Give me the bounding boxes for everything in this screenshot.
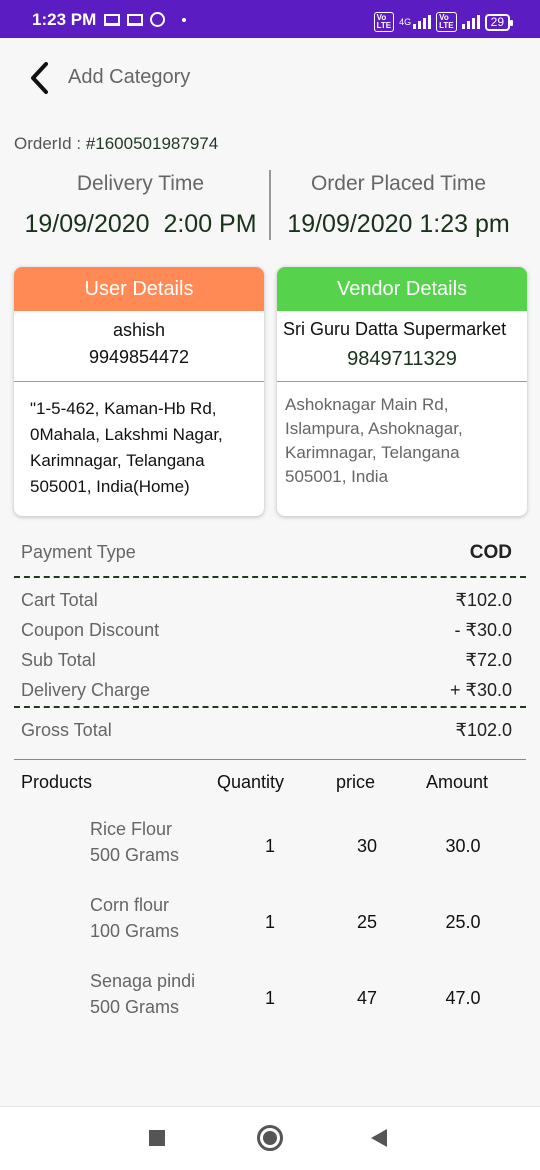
dashed-divider — [14, 706, 526, 708]
signal-icon — [413, 15, 432, 29]
vendor-details-header: Vendor Details — [277, 267, 527, 311]
cart-total-label: Cart Total — [21, 590, 98, 610]
order-id-label: OrderId : — [14, 134, 86, 153]
screen-icon — [104, 13, 120, 26]
order-placed-value: 19/09/2020 1:23 pm — [287, 210, 510, 238]
product-name: Senaga pindi — [90, 971, 196, 991]
product-name: Rice Flour — [90, 819, 173, 839]
product-unit: 500 Grams — [90, 997, 180, 1017]
chevron-left-icon — [31, 62, 48, 94]
product-name: Corn flour — [90, 895, 170, 915]
notification-icons — [104, 12, 186, 27]
delivery-time-value: 19/09/2020 2:00 PM — [24, 210, 257, 238]
payment-type-value: COD — [469, 542, 512, 563]
user-details-header: User Details — [14, 267, 264, 311]
sub-total-value: ₹72.0 — [465, 650, 513, 670]
volte-icon: Vo LTE — [373, 12, 395, 32]
products-header: Products — [21, 772, 93, 792]
product-quantity: 1 — [264, 988, 275, 1008]
coupon-discount-label: Coupon Discount — [21, 620, 160, 640]
user-address: "1-5-462, Kaman-Hb Rd, 0Mahala, Lakshmi … — [30, 399, 223, 496]
quantity-header: Quantity — [217, 772, 285, 792]
screen-icon — [127, 13, 143, 26]
amount-header: Amount — [426, 772, 489, 792]
order-id-value: #1600501987974 — [85, 134, 219, 153]
product-unit: 100 Grams — [90, 921, 180, 941]
sub-total-row: Sub Total ₹72.0 — [21, 650, 512, 674]
gross-total-row: Gross Total ₹102.0 — [21, 720, 512, 744]
divider — [14, 759, 526, 760]
cart-total-value: ₹102.0 — [455, 590, 513, 610]
dot-icon — [182, 17, 186, 22]
product-price: 47 — [356, 988, 378, 1008]
divider — [277, 381, 527, 382]
product-amount: 47.0 — [445, 988, 481, 1008]
product-price: 25 — [356, 912, 378, 932]
order-placed-label: Order Placed Time — [310, 172, 487, 195]
delivery-time-label: Delivery Time — [76, 172, 205, 195]
signal-icon — [461, 15, 480, 29]
divider — [14, 381, 264, 382]
system-icons: Vo LTE 4G Vo LTE 29 — [373, 12, 514, 32]
vendor-name: Sri Guru Datta Supermarket — [283, 319, 507, 339]
price-header: price — [336, 772, 376, 792]
status-time: 1:23 PM — [32, 10, 97, 29]
gross-total-label: Gross Total — [21, 720, 112, 740]
product-amount: 25.0 — [445, 912, 481, 932]
sub-total-label: Sub Total — [21, 650, 96, 670]
product-quantity: 1 — [264, 836, 275, 856]
gross-total-value: ₹102.0 — [455, 720, 513, 740]
delivery-charge-row: Delivery Charge + ₹30.0 — [21, 680, 512, 704]
delivery-charge-value: + ₹30.0 — [450, 680, 512, 700]
delivery-time: Delivery Time 19/09/2020 2:00 PM — [14, 172, 267, 239]
order-id: OrderId : #1600501987974 — [14, 134, 218, 154]
volte-icon: Vo LTE — [436, 12, 457, 32]
user-name: ashish — [112, 320, 166, 340]
battery-icon: 29 — [484, 13, 514, 31]
status-bar: 1:23 PM Vo LTE 4G Vo LTE 29 — [0, 0, 540, 38]
order-placed-time: Order Placed Time 19/09/2020 1:23 pm — [273, 172, 524, 239]
vendor-address: Ashoknagar Main Rd, Islampura, Ashoknaga… — [285, 395, 463, 486]
cart-total-row: Cart Total ₹102.0 — [21, 590, 512, 614]
user-phone[interactable]: 9949854472 — [14, 347, 264, 368]
network-type: 4G — [399, 17, 412, 27]
divider — [269, 170, 271, 240]
user-details-card: User Details ashish 9949854472 "1-5-462,… — [14, 267, 264, 516]
system-nav-bar — [0, 1106, 540, 1170]
product-price: 30 — [356, 836, 378, 856]
delivery-charge-label: Delivery Charge — [21, 680, 151, 700]
home-button[interactable] — [257, 1125, 283, 1151]
back-button[interactable] — [22, 58, 56, 98]
payment-type-row: Payment Type COD — [21, 542, 512, 566]
recents-button[interactable] — [149, 1130, 165, 1146]
payment-type-label: Payment Type — [21, 542, 136, 562]
sync-icon — [150, 12, 165, 27]
product-quantity: 1 — [264, 912, 275, 932]
page-title: Add Category — [68, 66, 191, 88]
system-back-button[interactable] — [371, 1129, 387, 1147]
vendor-phone[interactable]: 9849711329 — [277, 348, 527, 371]
product-amount: 30.0 — [445, 836, 481, 856]
coupon-discount-row: Coupon Discount - ₹30.0 — [21, 620, 512, 644]
vendor-details-card: Vendor Details Sri Guru Datta Supermarke… — [277, 267, 527, 516]
dashed-divider — [14, 576, 526, 578]
coupon-discount-value: - ₹30.0 — [454, 620, 512, 640]
product-unit: 500 Grams — [90, 845, 180, 865]
